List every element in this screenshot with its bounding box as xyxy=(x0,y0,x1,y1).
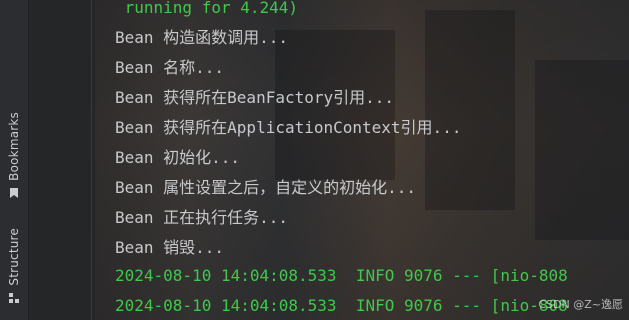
console-gutter xyxy=(29,0,114,320)
ide-window: Bookmarks Structure running for 4.244) B… xyxy=(0,0,629,320)
background-shape xyxy=(425,10,515,210)
watermark: CSDN @Z~逸愿 xyxy=(538,298,623,311)
console-log-line: 2024-08-10 14:04:08.533 INFO 9076 --- [n… xyxy=(115,296,568,315)
structure-icon xyxy=(9,292,19,303)
left-tool-stripe: Bookmarks Structure xyxy=(0,0,29,320)
structure-label: Structure xyxy=(7,228,21,286)
console-line: Bean 名称... xyxy=(115,58,225,77)
console-line: Bean 获得所在ApplicationContext引用... xyxy=(115,118,462,137)
console-line: Bean 销毁... xyxy=(115,238,225,257)
console-line: Bean 构造函数调用... xyxy=(115,28,289,47)
console-line: Bean 正在执行任务... xyxy=(115,208,289,227)
bookmarks-label: Bookmarks xyxy=(7,112,21,181)
console-output[interactable]: running for 4.244) Bean 构造函数调用... Bean 名… xyxy=(95,0,629,320)
console-line: running for 4.244) xyxy=(115,0,299,17)
structure-tool-button[interactable]: Structure xyxy=(4,228,24,304)
console-line: Bean 获得所在BeanFactory引用... xyxy=(115,88,395,107)
gutter-divider xyxy=(91,0,92,320)
console-line: Bean 初始化... xyxy=(115,148,241,167)
bookmarks-tool-button[interactable]: Bookmarks xyxy=(4,112,24,199)
console-line: Bean 属性设置之后，自定义的初始化... xyxy=(115,178,417,197)
console-log-line: 2024-08-10 14:04:08.533 INFO 9076 --- [n… xyxy=(115,266,568,285)
background-shape xyxy=(535,60,629,240)
bookmark-icon xyxy=(10,187,18,198)
